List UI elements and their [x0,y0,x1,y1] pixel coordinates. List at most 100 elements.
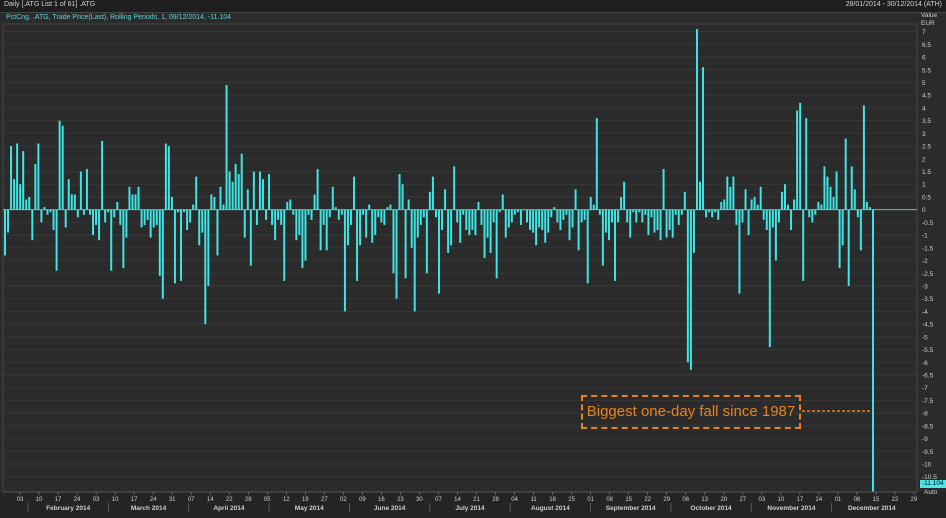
bar [811,209,814,223]
x-day-label: 18 [549,497,556,503]
bar [380,209,383,223]
bar [516,209,519,213]
bar [492,209,495,223]
bar [55,209,58,271]
bar [519,209,522,225]
x-day-label: 27 [321,497,328,503]
bar [173,209,176,284]
bar [183,209,186,213]
bar [756,204,759,210]
bar [322,209,325,225]
bar [419,209,422,225]
y-tick-label: 6 [922,55,926,62]
bar [286,202,289,210]
bar [280,209,283,225]
x-day-label: 30 [416,497,423,503]
bar [699,181,701,210]
bar [73,194,76,210]
bar [850,166,853,210]
x-month-label: October 2014 [690,505,732,512]
y-tick-label: 5 [922,80,926,87]
bar [271,209,274,225]
bar [122,209,125,269]
x-day-label: 10 [778,497,785,503]
bar [692,209,695,253]
bar [401,184,404,210]
x-day-label: 15 [873,497,880,503]
y-tick-label: -10 [922,462,932,469]
bar [67,179,70,210]
bar [495,209,498,279]
y-tick-label: -4 [922,309,928,316]
bar [10,146,13,210]
x-month-label: November 2014 [767,505,815,512]
bar [128,186,131,210]
bar [219,186,222,210]
bar [404,209,407,279]
bar [513,209,516,215]
x-day-label: 21 [473,497,480,503]
x-day-label: 15 [625,497,632,503]
y-tick-label: 1 [922,182,926,189]
bar [434,209,437,218]
bar [768,209,771,348]
x-day-label: 20 [720,497,727,503]
bar [240,153,243,210]
bar [668,209,671,231]
x-day-label: 24 [150,497,157,503]
bar [465,209,468,231]
bar [353,176,355,210]
bar [847,209,850,286]
bar [447,209,450,253]
bar [614,209,617,281]
x-month-label: June 2014 [374,505,406,512]
x-day-label: 22 [644,497,651,503]
bar [529,209,532,231]
bar [462,209,465,215]
bar [289,199,292,210]
bar [862,105,865,210]
bar [243,209,246,238]
bar [61,125,64,210]
bar [210,194,213,210]
bar [644,209,647,215]
bar [805,118,808,210]
bar [82,209,85,215]
bar [283,209,286,281]
bar [832,196,835,210]
bar [583,209,586,220]
bar [802,209,805,281]
last-value-badge: -11.104 [920,480,946,488]
bar [626,209,629,223]
bar [368,204,371,210]
bar [410,209,413,248]
y-tick-label: -0.5 [922,220,934,227]
bar [838,209,841,269]
bar [814,209,817,215]
bar [392,209,395,274]
x-day-label: 02 [340,497,347,503]
bar [556,209,559,223]
bar [750,199,753,210]
bar [395,209,398,299]
bar [659,209,662,241]
bar [146,209,149,220]
bar [346,209,349,246]
bar [538,209,541,228]
y-tick-label: 6.5 [922,42,931,49]
bar [808,209,811,218]
bar [110,209,113,271]
bar [486,209,489,238]
bar [759,186,762,210]
x-day-label: 07 [188,497,195,503]
bar [780,191,783,210]
x-day-label: 03 [93,497,100,503]
bar [134,194,137,210]
bar [653,209,656,233]
bar [31,209,34,241]
bar [598,209,601,215]
bar [507,209,510,228]
bar [553,207,556,210]
bar [650,209,653,218]
bar [131,194,134,210]
